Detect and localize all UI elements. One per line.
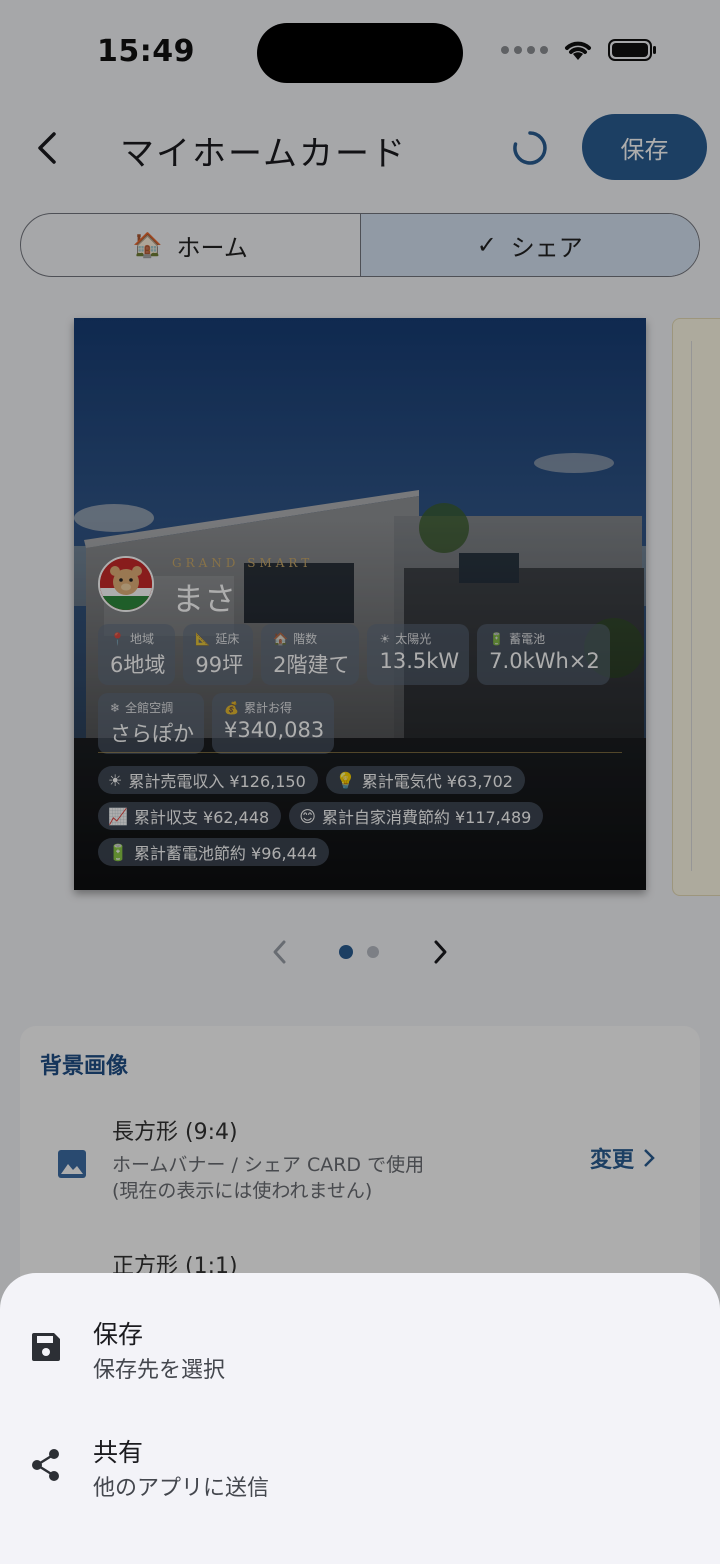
- action-bottom-sheet: 保存 保存先を選択 共有 他のアプリに送信: [0, 1273, 720, 1564]
- share-icon: [32, 1449, 59, 1481]
- sheet-item-save[interactable]: 保存 保存先を選択: [0, 1289, 720, 1389]
- save-icon: [32, 1333, 60, 1361]
- sheet-item-share[interactable]: 共有 他のアプリに送信: [0, 1407, 720, 1507]
